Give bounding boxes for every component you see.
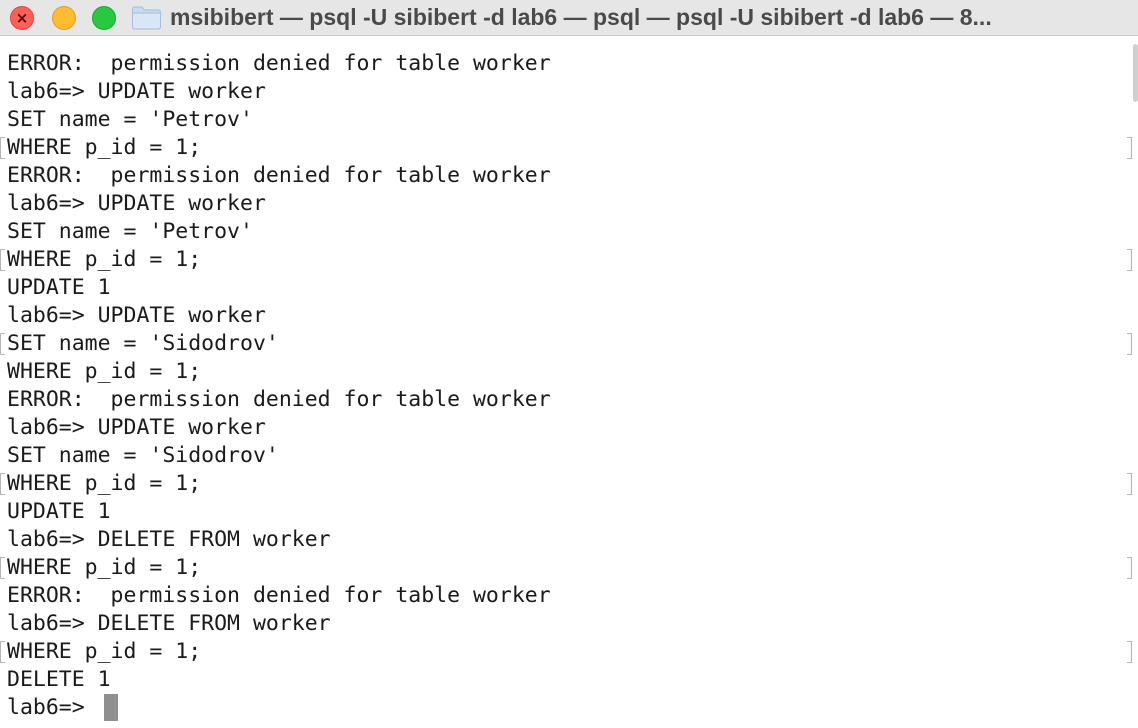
terminal-line: lab6=> UPDATE worker [7,79,266,104]
line-mark-left [0,557,5,579]
line-mark-right [1127,333,1132,355]
terminal-line: SET name = 'Sidodrov' [7,443,279,468]
line-mark-right [1127,249,1132,271]
terminal-line: UPDATE 1 [7,275,111,300]
terminal-line: WHERE p_id = 1; [7,359,202,384]
terminal-line: lab6=> UPDATE worker [7,303,266,328]
terminal-line: WHERE p_id = 1; [7,639,202,664]
line-mark-left [0,249,5,271]
terminal-line: WHERE p_id = 1; [7,471,202,496]
line-mark-right [1127,137,1132,159]
terminal-line: WHERE p_id = 1; [7,247,202,272]
terminal-line: SET name = 'Sidodrov' [7,331,279,356]
close-button[interactable]: × [10,6,34,30]
text-cursor [104,694,118,721]
terminal-line: UPDATE 1 [7,499,111,524]
terminal-line: SET name = 'Petrov' [7,219,253,244]
line-mark-left [0,333,5,355]
terminal-line: lab6=> UPDATE worker [7,191,266,216]
terminal-line: lab6=> UPDATE worker [7,415,266,440]
close-icon: × [15,9,29,27]
folder-icon [132,6,161,30]
terminal-line: ERROR: permission denied for table worke… [7,163,551,188]
terminal-line: ERROR: permission denied for table worke… [7,387,551,412]
line-mark-left [0,641,5,663]
window-title: msibibert — psql -U sibibert -d lab6 — p… [170,4,992,30]
terminal-line: lab6=> DELETE FROM worker [7,527,331,552]
terminal-line: WHERE p_id = 1; [7,555,202,580]
terminal-line: ERROR: permission denied for table worke… [7,583,551,608]
terminal-line: DELETE 1 [7,667,111,692]
line-mark-left [0,137,5,159]
line-mark-right [1127,641,1132,663]
terminal-window: × msibibert — psql -U sibibert -d lab6 —… [0,0,1138,728]
terminal-line: ERROR: permission denied for table worke… [7,51,551,76]
terminal-line: SET name = 'Petrov' [7,107,253,132]
line-mark-left [0,473,5,495]
minimize-button[interactable] [52,6,76,30]
terminal-line: lab6=> DELETE FROM worker [7,611,331,636]
terminal-output[interactable]: ERROR: permission denied for table worke… [0,50,1138,728]
line-mark-right [1127,473,1132,495]
maximize-button[interactable] [92,6,116,30]
terminal-line: lab6=> [7,695,98,720]
terminal-line: WHERE p_id = 1; [7,135,202,160]
title-bar[interactable]: × msibibert — psql -U sibibert -d lab6 —… [0,0,1138,36]
line-mark-right [1127,557,1132,579]
